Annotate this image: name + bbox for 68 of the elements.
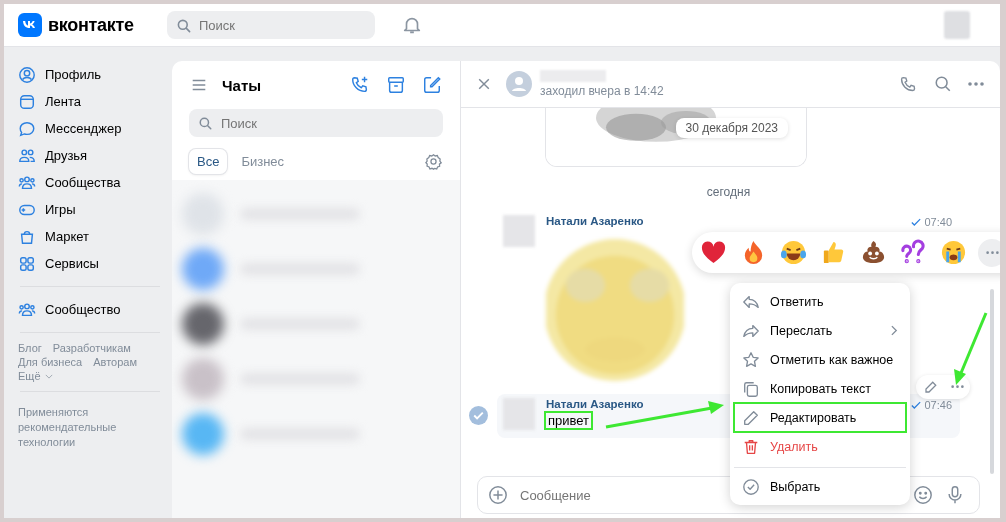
sidebar-item[interactable]: Сообщества: [18, 169, 168, 196]
sidebar-item[interactable]: Сервисы: [18, 250, 168, 277]
poop-icon[interactable]: [860, 239, 887, 266]
selected-check-icon[interactable]: [469, 406, 488, 425]
heart-icon[interactable]: [700, 239, 727, 266]
question-marks-icon[interactable]: [900, 239, 927, 266]
menu-item[interactable]: Выбрать: [734, 467, 906, 501]
sidebar-item[interactable]: Игры: [18, 196, 168, 223]
laughing-face-icon[interactable]: [780, 239, 807, 266]
phone-icon[interactable]: [899, 74, 918, 94]
recommendation-note: Применяются рекомендательные технологии: [18, 405, 118, 450]
logo-text: вконтакте: [48, 14, 134, 36]
sidebar-item[interactable]: Лента: [18, 88, 168, 115]
message-time: 07:46: [924, 399, 952, 411]
menu-item[interactable]: Ответить: [734, 287, 906, 316]
archive-icon[interactable]: [386, 75, 406, 95]
crying-face-icon[interactable]: [940, 239, 967, 266]
news-icon: [18, 92, 36, 111]
menu-item[interactable]: Редактировать: [734, 403, 906, 432]
day-divider: сегодня: [706, 185, 751, 199]
search-icon[interactable]: [934, 75, 952, 93]
communities-icon: [18, 173, 36, 192]
microphone-icon[interactable]: [945, 485, 965, 505]
sidebar-item[interactable]: Маркет: [18, 223, 168, 250]
menu-item[interactable]: Отметить как важное: [734, 345, 906, 374]
settings-icon[interactable]: [425, 153, 442, 170]
search-field[interactable]: Поиск: [167, 11, 375, 39]
message-time: 07:40: [924, 216, 952, 228]
phone-plus-icon[interactable]: [350, 75, 370, 95]
friends-icon: [18, 146, 36, 165]
logo-icon: [18, 13, 42, 37]
sidebar-item[interactable]: Мессенджер: [18, 115, 168, 142]
close-icon[interactable]: [476, 76, 492, 92]
sidebar-item[interactable]: Сообщество: [18, 296, 168, 323]
blurred-avatar[interactable]: [182, 412, 224, 455]
filter-tab[interactable]: Все: [189, 149, 228, 174]
check-circle-icon: [742, 477, 760, 496]
blurred-avatar[interactable]: [182, 302, 224, 345]
more-reactions-button[interactable]: [978, 238, 1000, 267]
more-icon: [985, 250, 999, 255]
chat-bubble-icon: [18, 119, 36, 138]
menu-item[interactable]: Переслать: [734, 316, 906, 345]
sidebar-item[interactable]: Друзья: [18, 142, 168, 169]
smiley-icon[interactable]: [913, 485, 933, 505]
author-name[interactable]: Натали Азаренко: [546, 398, 644, 410]
more-icon[interactable]: [950, 385, 964, 389]
grid-icon: [18, 254, 36, 273]
last-seen-status: заходил вчера в 14:42: [540, 84, 664, 98]
add-icon[interactable]: [488, 485, 508, 505]
compose-icon[interactable]: [422, 75, 442, 95]
copy-icon: [742, 379, 760, 398]
more-icon[interactable]: [968, 82, 984, 86]
author-name[interactable]: Натали Азаренко: [546, 215, 644, 227]
profile-icon: [18, 65, 36, 84]
chevron-right-icon: [891, 325, 898, 336]
search-field[interactable]: Поиск: [189, 109, 443, 137]
date-badge: 30 декабря 2023: [675, 118, 788, 138]
communities-icon: [18, 300, 36, 319]
chevron-down-icon: [44, 373, 53, 379]
trash-icon: [742, 437, 760, 456]
sidebar-item[interactable]: Профиль: [18, 61, 168, 88]
scrollbar[interactable]: [990, 289, 994, 474]
blurred-avatar[interactable]: [182, 247, 224, 290]
star-icon: [742, 350, 760, 369]
pencil-icon[interactable]: [922, 379, 938, 395]
panel-title: Чаты: [222, 76, 262, 94]
pencil-icon: [742, 408, 760, 427]
message-text: привет: [546, 413, 592, 428]
